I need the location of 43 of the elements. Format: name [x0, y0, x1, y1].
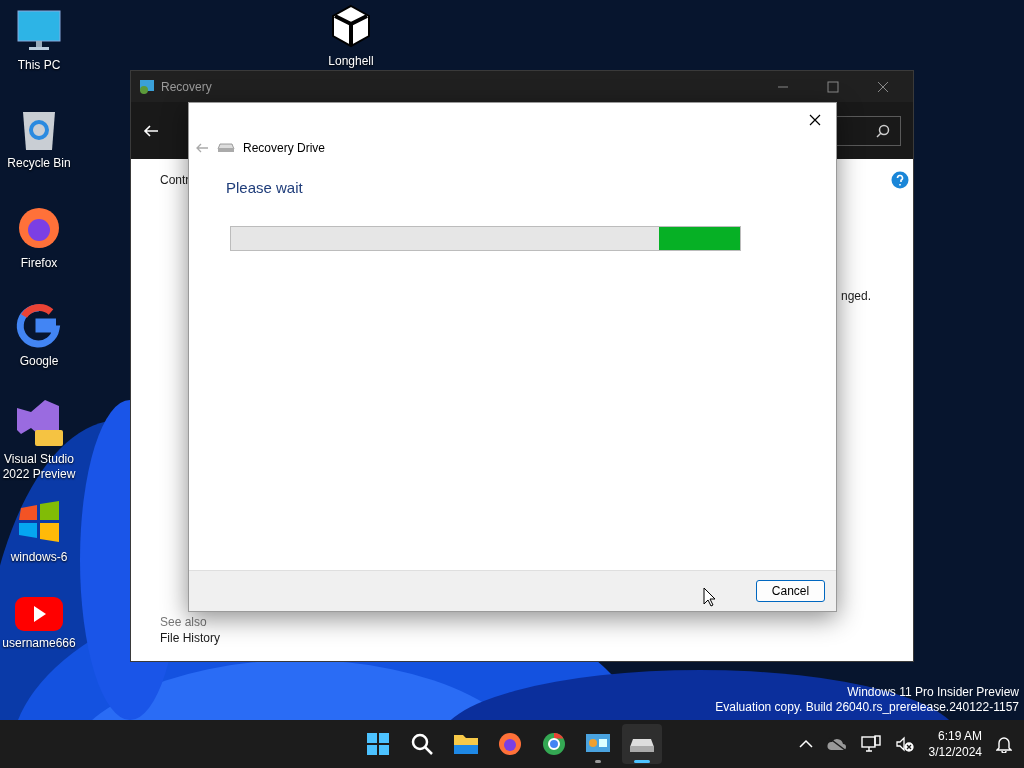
clock[interactable]: 6:19 AM 3/12/2024	[928, 728, 982, 760]
folder-icon	[453, 733, 479, 755]
desktop-icon-label[interactable]: Firefox	[20, 256, 58, 271]
desktop-icon-label[interactable]: Longhell	[328, 54, 374, 69]
notification-bell-icon[interactable]	[996, 735, 1012, 753]
chrome-icon	[542, 732, 566, 756]
desktop-icon-label[interactable]: Google	[19, 354, 59, 369]
windows-logo-icon	[366, 732, 390, 756]
youtube-icon	[14, 596, 64, 632]
body-text: nged.	[840, 289, 871, 303]
help-icon[interactable]	[891, 171, 909, 189]
close-icon	[809, 114, 821, 126]
volume-muted-icon[interactable]	[894, 735, 915, 753]
desktop-icon-label[interactable]: Visual Studio 2022 Preview	[0, 452, 78, 482]
desktop-icon-label[interactable]: username666	[2, 636, 76, 651]
breadcrumb-text[interactable]: Contr	[160, 173, 190, 187]
see-also-link[interactable]: File History	[160, 631, 909, 645]
google-icon	[15, 302, 63, 350]
dialog-heading: Please wait	[226, 179, 304, 196]
close-icon[interactable]	[877, 80, 889, 93]
cancel-button[interactable]: Cancel	[756, 580, 825, 602]
evaluation-notice-text: Evaluation copy. Build 26040.rs_prerelease.240122-1157	[715, 700, 1019, 715]
recovery-icon	[139, 78, 155, 95]
drive-icon	[217, 143, 235, 153]
mouse-cursor-icon	[703, 587, 716, 607]
see-also-heading: See also	[160, 615, 208, 629]
clock-date: 3/12/2024	[928, 744, 982, 760]
evaluation-notice-text: Windows 11 Pro Insider Preview	[847, 685, 1019, 700]
firefox-icon	[498, 732, 522, 756]
desktop-icon-label[interactable]: windows-6	[10, 550, 68, 565]
window-title: Recovery	[161, 79, 213, 94]
desktop-icon-label[interactable]: This PC	[17, 58, 61, 73]
desktop-icon-label[interactable]: Recycle Bin	[7, 156, 71, 171]
chevron-up-icon[interactable]	[798, 739, 813, 749]
dialog-title: Recovery Drive	[243, 141, 326, 155]
search-icon	[410, 732, 434, 756]
clock-time: 6:19 AM	[937, 728, 982, 744]
network-icon[interactable]	[860, 735, 881, 753]
back-arrow-icon[interactable]	[143, 122, 159, 139]
maximize-icon[interactable]	[827, 80, 839, 93]
taskbar-app-button[interactable]	[622, 724, 662, 764]
search-icon	[876, 123, 890, 138]
cloud-offline-icon[interactable]	[826, 737, 847, 751]
